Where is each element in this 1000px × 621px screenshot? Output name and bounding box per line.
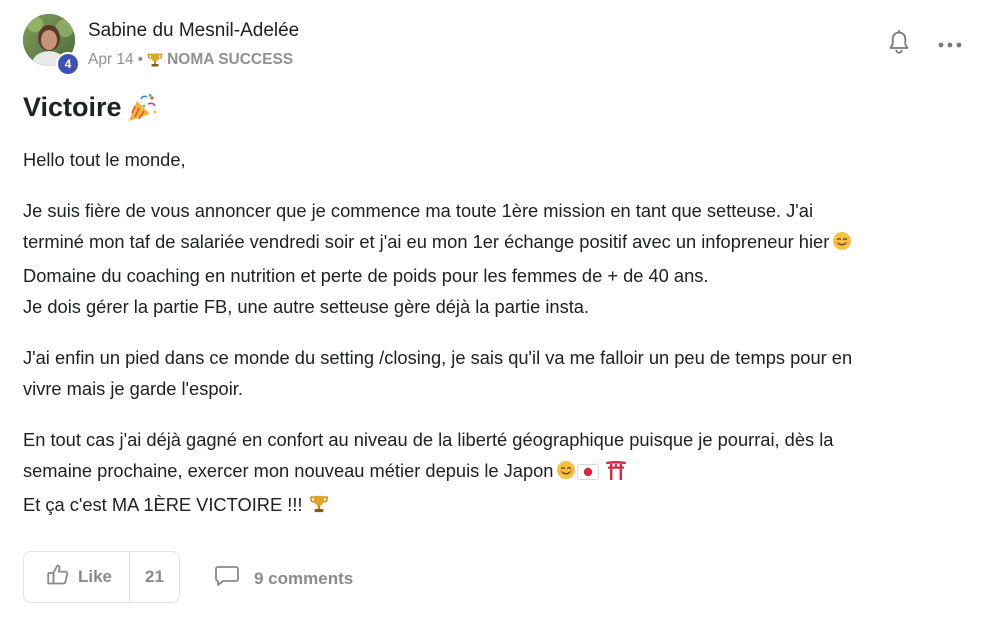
like-button[interactable]: Like — [24, 552, 130, 602]
party-popper-icon — [126, 93, 158, 123]
post-category[interactable]: NOMA SUCCESS — [167, 51, 293, 69]
bell-icon — [888, 29, 910, 61]
post-text-line: terminé mon taf de salariée vendredi soi… — [23, 226, 983, 260]
post-card: 4 Sabine du Mesnil-Adelée Apr 14 • NOMA … — [0, 0, 1000, 621]
post-text-line-content: semaine prochaine, exercer mon nouveau m… — [23, 460, 554, 481]
post-paragraph-1: Je suis fière de vous annoncer que je co… — [23, 195, 983, 322]
thumbs-up-icon — [47, 564, 69, 590]
post-meta: Apr 14 • NOMA SUCCESS — [88, 51, 293, 69]
meta-separator: • — [137, 51, 144, 68]
post-title: Victoire — [23, 92, 122, 122]
post-paragraph-3: En tout cas j'ai déjà gagné en confort a… — [23, 424, 983, 523]
post-text-line: vivre mais je garde l'espoir. — [23, 378, 243, 399]
smile-emoji-icon — [832, 229, 852, 260]
post-text-line: Je suis fière de vous annoncer que je co… — [23, 200, 814, 221]
notification-bell-button[interactable] — [886, 29, 912, 61]
trophy-emoji-icon — [309, 492, 329, 523]
like-label: Like — [78, 567, 113, 586]
post-text-line: J'ai enfin un pied dans ce monde du sett… — [23, 347, 853, 368]
comments-button[interactable]: 9 comments — [214, 565, 353, 592]
post-text-line: Et ça c'est MA 1ÈRE VICTOIRE !!! — [23, 489, 983, 523]
post-paragraph-2: J'ai enfin un pied dans ce monde du sett… — [23, 342, 983, 404]
post-text-line-content: terminé mon taf de salariée vendredi soi… — [23, 231, 830, 252]
japan-flag-icon — [577, 458, 600, 489]
smile-emoji-icon — [556, 458, 576, 489]
more-horizontal-icon — [938, 35, 962, 53]
like-count[interactable]: 21 — [130, 552, 179, 602]
author-avatar-wrapper[interactable]: 4 — [23, 14, 80, 76]
post-text-line-content: Et ça c'est MA 1ÈRE VICTOIRE !!! — [23, 494, 303, 515]
post-title-row: Victoire — [23, 92, 158, 123]
post-text-line: En tout cas j'ai déjà gagné en confort a… — [23, 429, 834, 450]
comment-bubble-icon — [214, 565, 240, 592]
post-greeting: Hello tout le monde, — [23, 149, 186, 170]
comments-label: 9 comments — [254, 568, 354, 588]
more-options-button[interactable] — [936, 34, 964, 54]
level-badge: 4 — [56, 52, 80, 76]
post-text-line: semaine prochaine, exercer mon nouveau m… — [23, 455, 983, 489]
post-date[interactable]: Apr 14 — [88, 51, 134, 69]
trophy-icon — [147, 52, 163, 68]
like-control: Like 21 — [23, 551, 180, 603]
author-name[interactable]: Sabine du Mesnil-Adelée — [88, 20, 299, 42]
post-body: Hello tout le monde, Je suis fière de vo… — [23, 144, 983, 523]
post-text-line: Je dois gérer la partie FB, une autre se… — [23, 296, 590, 317]
torii-gate-icon — [605, 458, 627, 489]
post-text-line: Domaine du coaching en nutrition et pert… — [23, 265, 709, 286]
